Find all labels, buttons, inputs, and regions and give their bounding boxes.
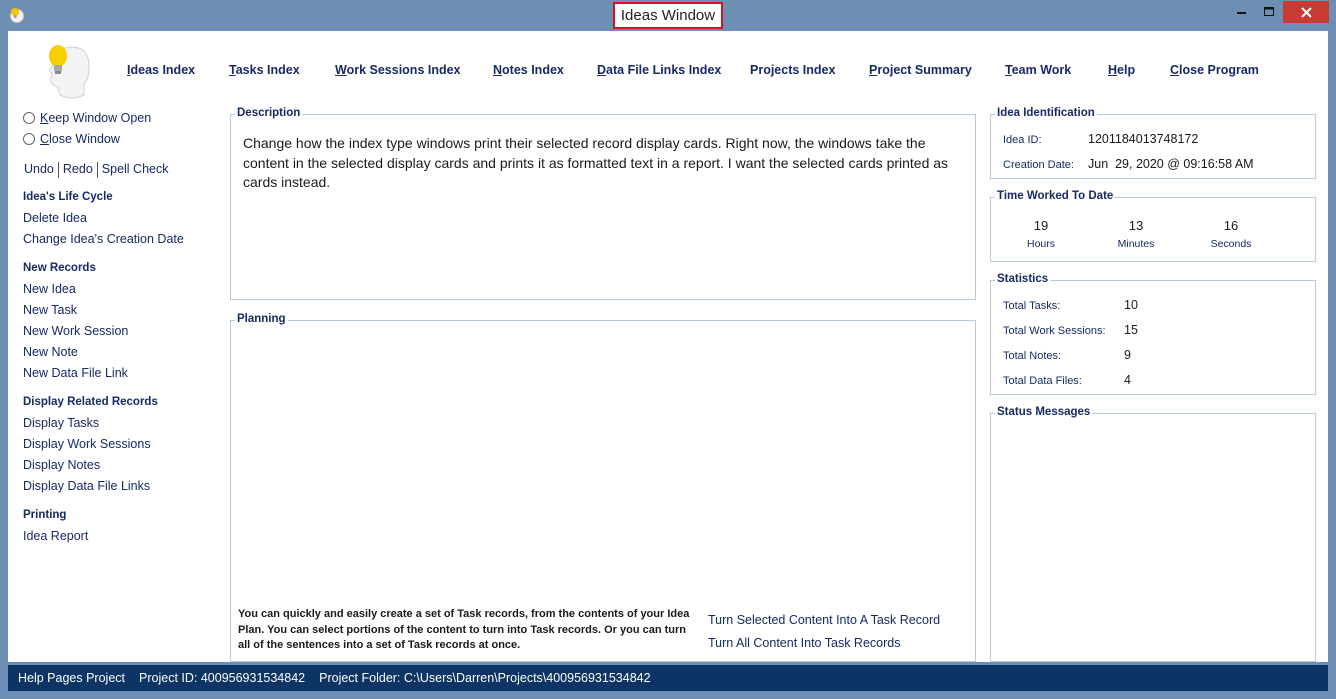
close-window-radio[interactable]: Close Window [23, 132, 120, 146]
redo-button[interactable]: Redo [63, 162, 93, 178]
new-data-file-link-link[interactable]: New Data File Link [23, 366, 128, 380]
planning-textarea[interactable] [233, 329, 973, 599]
idea-report-link[interactable]: Idea Report [23, 529, 88, 543]
close-icon [1300, 6, 1312, 18]
separator [96, 162, 98, 178]
nav-project-summary[interactable]: Project Summary [869, 63, 972, 77]
planning-group: Planning You can quickly and easily crea… [230, 313, 976, 662]
creation-date-value: Jun 29, 2020 @ 09:16:58 AM [1088, 157, 1254, 171]
status-messages-label: Status Messages [995, 406, 1093, 418]
nav-ideas-index[interactable]: Ideas Index [127, 63, 195, 77]
nav-help[interactable]: Help [1108, 63, 1135, 77]
seconds-label: Seconds [1210, 238, 1252, 250]
delete-idea-link[interactable]: Delete Idea [23, 211, 87, 225]
planning-label: Planning [235, 313, 288, 325]
time-worked-group: Time Worked To Date 19 Hours 13 Minutes … [990, 190, 1316, 262]
undo-button[interactable]: Undo [24, 162, 54, 178]
turn-all-into-tasks-link[interactable]: Turn All Content Into Task Records [708, 636, 900, 650]
maximize-button[interactable] [1256, 1, 1282, 23]
window-title-box: Ideas Window [613, 2, 723, 29]
new-task-link[interactable]: New Task [23, 303, 77, 317]
time-worked-label: Time Worked To Date [995, 190, 1116, 202]
display-work-sessions-link[interactable]: Display Work Sessions [23, 437, 151, 451]
total-notes-label: Total Notes: [1003, 350, 1062, 362]
creation-date-label: Creation Date: [1003, 159, 1074, 171]
new-note-link[interactable]: New Note [23, 345, 78, 359]
display-data-file-links-link[interactable]: Display Data File Links [23, 479, 150, 493]
total-notes-value: 9 [1124, 348, 1131, 362]
description-textarea[interactable]: Change how the index type windows print … [243, 134, 968, 193]
nav-data-file-links-index[interactable]: Data File Links Index [597, 63, 721, 77]
identification-label: Idea Identification [995, 107, 1097, 119]
idea-id-value: 1201184013748172 [1088, 132, 1199, 146]
client-area: Ideas Index Tasks Index Work Sessions In… [8, 31, 1328, 662]
new-records-heading: New Records [23, 262, 96, 274]
total-data-files-label: Total Data Files: [1003, 375, 1082, 387]
nav-tasks-index[interactable]: Tasks Index [229, 63, 300, 77]
edit-toolbar: Undo Redo Spell Check [24, 162, 168, 178]
spell-check-button[interactable]: Spell Check [102, 162, 169, 178]
life-cycle-heading: Idea's Life Cycle [23, 191, 113, 203]
total-work-sessions-label: Total Work Sessions: [1003, 325, 1106, 337]
nav-team-work[interactable]: Team Work [1005, 63, 1071, 77]
related-records-heading: Display Related Records [23, 396, 158, 408]
total-tasks-label: Total Tasks: [1003, 300, 1061, 312]
minutes-label: Minutes [1117, 238, 1155, 250]
nav-close-program[interactable]: Close Program [1170, 63, 1259, 77]
status-project-name: Help Pages Project [18, 671, 126, 685]
hours-label: Hours [1026, 238, 1055, 250]
title-bar: Ideas Window [0, 0, 1336, 31]
keep-window-open-radio[interactable]: Keep Window Open [23, 111, 151, 125]
radio-circle[interactable] [23, 133, 35, 145]
statistics-label: Statistics [995, 273, 1051, 285]
nav-work-sessions-index[interactable]: Work Sessions Index [335, 63, 461, 77]
status-bar: Help Pages Project Project ID: 400956931… [8, 665, 1328, 691]
status-project-id: Project ID: 400956931534842 [139, 671, 306, 685]
identification-group: Idea Identification Idea ID: 12011840137… [990, 107, 1316, 179]
nav-projects-index[interactable]: Projects Index [750, 63, 835, 77]
head-lightbulb-logo [49, 45, 90, 99]
seconds-value: 16 [1223, 218, 1239, 233]
total-data-files-value: 4 [1124, 373, 1131, 387]
nav-notes-index[interactable]: Notes Index [493, 63, 564, 77]
close-button[interactable] [1283, 1, 1329, 23]
status-project-folder: Project Folder: C:\Users\Darren\Projects… [319, 671, 651, 685]
separator [57, 162, 59, 178]
app-lightbulb-icon[interactable] [8, 6, 26, 24]
idea-id-label: Idea ID: [1003, 134, 1042, 146]
minimize-button[interactable] [1229, 1, 1255, 23]
printing-heading: Printing [23, 509, 67, 521]
statistics-group: Statistics Total Tasks: 10 Total Work Se… [990, 273, 1316, 395]
display-tasks-link[interactable]: Display Tasks [23, 416, 99, 430]
description-label: Description [235, 107, 303, 119]
total-tasks-value: 10 [1124, 298, 1138, 312]
minutes-value: 13 [1128, 218, 1144, 233]
window-title: Ideas Window [620, 7, 716, 24]
new-work-session-link[interactable]: New Work Session [23, 324, 128, 338]
planning-hint: You can quickly and easily create a set … [238, 608, 690, 651]
radio-circle[interactable] [23, 112, 35, 124]
total-work-sessions-value: 15 [1124, 323, 1138, 337]
new-idea-link[interactable]: New Idea [23, 282, 76, 296]
minimize-icon [1237, 12, 1246, 14]
turn-selected-into-task-link[interactable]: Turn Selected Content Into A Task Record [708, 613, 940, 627]
hours-value: 19 [1033, 218, 1049, 233]
description-group: Description Change how the index type wi… [230, 107, 976, 300]
maximize-icon [1263, 7, 1274, 16]
display-notes-link[interactable]: Display Notes [23, 458, 100, 472]
status-messages-group: Status Messages [990, 406, 1316, 662]
change-creation-date-link[interactable]: Change Idea's Creation Date [23, 232, 184, 246]
